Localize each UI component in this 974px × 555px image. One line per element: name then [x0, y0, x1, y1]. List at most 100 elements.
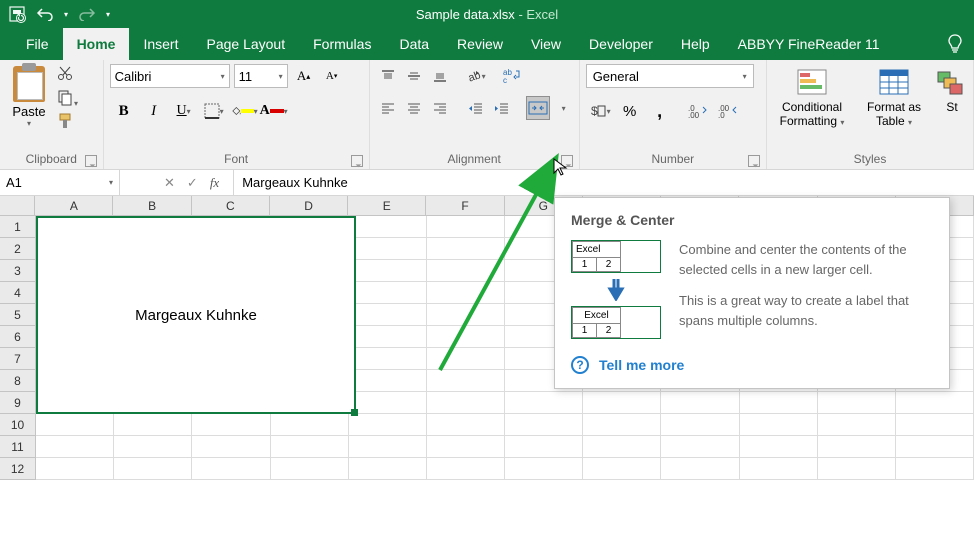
cancel-icon[interactable]: ✕: [164, 175, 175, 191]
redo-icon[interactable]: [78, 5, 96, 23]
merge-dropdown-icon[interactable]: ▾: [552, 96, 576, 120]
cell-styles-button[interactable]: St: [937, 64, 967, 140]
tab-data[interactable]: Data: [385, 28, 443, 60]
tab-abbyy[interactable]: ABBYY FineReader 11: [724, 28, 894, 60]
paste-icon: [13, 66, 45, 102]
col-header[interactable]: B: [113, 196, 191, 216]
group-clipboard: Paste ▾ ▾ Clipboard: [0, 60, 104, 169]
ribbon-tabs: File Home Insert Page Layout Formulas Da…: [0, 28, 974, 60]
comma-button[interactable]: ,: [646, 98, 674, 124]
formula-buttons: ✕ ✓ fx: [150, 170, 234, 195]
col-header[interactable]: E: [348, 196, 426, 216]
decrease-font-icon[interactable]: A▾: [320, 64, 344, 88]
fx-icon[interactable]: fx: [210, 175, 219, 191]
tab-developer[interactable]: Developer: [575, 28, 667, 60]
copy-icon[interactable]: ▾: [56, 88, 78, 110]
alignment-dialog-launcher[interactable]: [561, 155, 573, 167]
autosave-icon[interactable]: [8, 5, 26, 23]
app-name: Excel: [526, 7, 558, 22]
align-right-icon[interactable]: [428, 96, 452, 120]
row-header[interactable]: 2: [0, 238, 36, 260]
italic-button[interactable]: I: [140, 98, 168, 124]
tab-file[interactable]: File: [12, 28, 63, 60]
align-left-icon[interactable]: [376, 96, 400, 120]
row-header[interactable]: 5: [0, 304, 36, 326]
tooltip-title: Merge & Center: [571, 212, 933, 228]
window-title: Sample data.xlsx - Excel: [0, 7, 974, 22]
row-header[interactable]: 7: [0, 348, 36, 370]
borders-button[interactable]: ▾: [200, 98, 228, 124]
tell-me-icon[interactable]: [946, 28, 964, 60]
row-header[interactable]: 12: [0, 458, 36, 480]
svg-text:$: $: [591, 104, 598, 118]
alignment-label: Alignment: [448, 152, 501, 166]
tab-insert[interactable]: Insert: [129, 28, 192, 60]
font-dialog-launcher[interactable]: [351, 155, 363, 167]
align-middle-icon[interactable]: [402, 64, 426, 88]
decrease-decimal-icon[interactable]: .00.0: [714, 98, 742, 124]
percent-button[interactable]: %: [616, 98, 644, 124]
col-header[interactable]: C: [192, 196, 270, 216]
align-top-icon[interactable]: [376, 64, 400, 88]
clipboard-dialog-launcher[interactable]: [85, 155, 97, 167]
paste-button[interactable]: Paste ▾: [6, 64, 52, 140]
group-alignment: ab▾ abc ▾ Alignment: [370, 60, 580, 169]
col-header[interactable]: F: [426, 196, 504, 216]
qat-customize-icon[interactable]: ▾: [106, 10, 110, 19]
underline-button[interactable]: U▾: [170, 98, 198, 124]
font-name-select[interactable]: Calibri▾: [110, 64, 230, 88]
enter-icon[interactable]: ✓: [187, 175, 198, 191]
merge-center-button[interactable]: [526, 96, 550, 120]
row-header[interactable]: 1: [0, 216, 36, 238]
tab-view[interactable]: View: [517, 28, 575, 60]
number-format-select[interactable]: General▾: [586, 64, 754, 88]
row-header[interactable]: 11: [0, 436, 36, 458]
tab-home[interactable]: Home: [63, 28, 130, 60]
conditional-formatting-icon: [796, 66, 828, 98]
group-font: Calibri▾ 11▾ A▴ A▾ B I U▾ ▾ ▾ A▾ Font: [104, 60, 370, 169]
font-color-button[interactable]: A▾: [260, 98, 288, 124]
bold-button[interactable]: B: [110, 98, 138, 124]
align-bottom-icon[interactable]: [428, 64, 452, 88]
tab-formulas[interactable]: Formulas: [299, 28, 385, 60]
fill-handle[interactable]: [351, 409, 358, 416]
row-header[interactable]: 3: [0, 260, 36, 282]
increase-indent-icon[interactable]: [490, 96, 514, 120]
increase-decimal-icon[interactable]: .0.00: [684, 98, 712, 124]
row-header[interactable]: 4: [0, 282, 36, 304]
name-box[interactable]: ▾: [0, 170, 120, 195]
row-header[interactable]: 10: [0, 414, 36, 436]
formula-input[interactable]: Margeaux Kuhnke: [234, 170, 974, 195]
orientation-button[interactable]: ab▾: [464, 64, 488, 88]
row-header[interactable]: 9: [0, 392, 36, 414]
undo-icon[interactable]: [36, 5, 54, 23]
font-size-select[interactable]: 11▾: [234, 64, 288, 88]
undo-dropdown-icon[interactable]: ▾: [64, 10, 68, 19]
wrap-text-button[interactable]: abc: [500, 64, 524, 88]
select-all-corner[interactable]: [0, 196, 35, 216]
format-as-table-button[interactable]: Format asTable ▾: [855, 64, 933, 140]
row-header[interactable]: 8: [0, 370, 36, 392]
svg-text:.0: .0: [718, 111, 725, 119]
tab-page-layout[interactable]: Page Layout: [192, 28, 299, 60]
fill-color-button[interactable]: ▾: [230, 98, 258, 124]
tab-review[interactable]: Review: [443, 28, 517, 60]
align-center-icon[interactable]: [402, 96, 426, 120]
merge-center-tooltip: Merge & Center Excel 12 Excel 12 Combine…: [554, 197, 950, 389]
col-header[interactable]: A: [35, 196, 113, 216]
accounting-format-button[interactable]: $▾: [586, 98, 614, 124]
decrease-indent-icon[interactable]: [464, 96, 488, 120]
number-dialog-launcher[interactable]: [748, 155, 760, 167]
tell-me-more-link[interactable]: ? Tell me more: [571, 356, 933, 374]
merged-cell-a1-d9[interactable]: Margeaux Kuhnke: [36, 216, 356, 414]
conditional-formatting-button[interactable]: ConditionalFormatting ▾: [773, 64, 851, 140]
cut-icon[interactable]: [56, 64, 78, 86]
cell-reference-input[interactable]: [6, 175, 86, 190]
tab-help[interactable]: Help: [667, 28, 724, 60]
format-painter-icon[interactable]: [56, 112, 78, 134]
row-header[interactable]: 6: [0, 326, 36, 348]
increase-font-icon[interactable]: A▴: [292, 64, 316, 88]
col-header[interactable]: D: [270, 196, 348, 216]
tooltip-text: Combine and center the contents of the s…: [679, 240, 933, 342]
group-styles: ConditionalFormatting ▾ Format asTable ▾…: [767, 60, 974, 169]
